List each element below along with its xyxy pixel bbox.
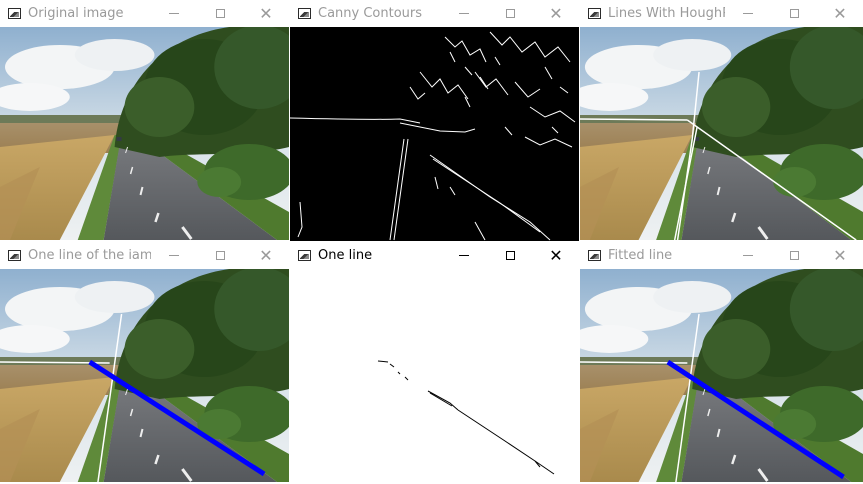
window-titlebar[interactable]: Original image ✕ <box>0 0 289 27</box>
opencv-window-icon <box>298 8 311 19</box>
close-icon: ✕ <box>549 3 563 23</box>
minimize-icon <box>169 255 179 256</box>
window-original-image[interactable]: Original image ✕ <box>0 0 289 241</box>
window-title: One line <box>318 248 373 263</box>
minimize-button[interactable] <box>151 242 197 269</box>
opencv-window-icon <box>588 8 601 19</box>
maximize-button[interactable] <box>487 0 533 27</box>
maximize-icon <box>789 9 799 18</box>
window-title: Original image <box>28 6 124 21</box>
minimize-icon <box>459 255 469 256</box>
maximize-icon <box>215 251 225 260</box>
maximize-icon <box>789 251 799 260</box>
window-titlebar[interactable]: One line of the iam... ✕ <box>0 242 289 269</box>
image-canvas <box>290 269 579 484</box>
close-icon: ✕ <box>259 245 273 265</box>
maximize-button[interactable] <box>197 0 243 27</box>
close-button[interactable]: ✕ <box>533 242 579 269</box>
window-one-line[interactable]: One line ✕ <box>290 242 579 484</box>
maximize-button[interactable] <box>771 0 817 27</box>
maximize-button[interactable] <box>771 242 817 269</box>
close-button[interactable]: ✕ <box>817 242 863 269</box>
close-icon: ✕ <box>833 245 847 265</box>
close-icon: ✕ <box>833 3 847 23</box>
close-button[interactable]: ✕ <box>533 0 579 27</box>
hough-lines-image <box>580 27 863 241</box>
image-canvas <box>580 27 863 241</box>
image-canvas <box>0 269 289 484</box>
window-title: Lines With HoughP <box>608 6 725 21</box>
window-canny-contours[interactable]: Canny Contours ✕ <box>290 0 579 241</box>
close-button[interactable]: ✕ <box>243 0 289 27</box>
minimize-icon <box>169 13 179 14</box>
window-title: Fitted line <box>608 248 673 263</box>
window-titlebar[interactable]: Canny Contours ✕ <box>290 0 579 27</box>
image-canvas <box>0 27 289 241</box>
window-titlebar[interactable]: Fitted line ✕ <box>580 242 863 269</box>
window-title: One line of the iam... <box>28 248 151 263</box>
one-line-points-image <box>290 269 579 484</box>
opencv-window-icon <box>8 250 21 261</box>
maximize-button[interactable] <box>487 242 533 269</box>
window-lines-with-houghp[interactable]: Lines With HoughP ✕ <box>580 0 863 241</box>
one-line-overlay-image <box>0 269 289 484</box>
canny-edge-image <box>290 27 579 241</box>
fitted-line-image <box>580 269 863 484</box>
minimize-button[interactable] <box>441 242 487 269</box>
minimize-button[interactable] <box>441 0 487 27</box>
window-title: Canny Contours <box>318 6 423 21</box>
maximize-button[interactable] <box>197 242 243 269</box>
window-titlebar[interactable]: One line ✕ <box>290 242 579 269</box>
maximize-icon <box>505 251 515 260</box>
maximize-icon <box>505 9 515 18</box>
maximize-icon <box>215 9 225 18</box>
opencv-window-icon <box>298 250 311 261</box>
opencv-window-icon <box>588 250 601 261</box>
minimize-button[interactable] <box>725 0 771 27</box>
minimize-icon <box>743 255 753 256</box>
close-button[interactable]: ✕ <box>243 242 289 269</box>
minimize-icon <box>459 13 469 14</box>
window-fitted-line[interactable]: Fitted line ✕ <box>580 242 863 484</box>
minimize-button[interactable] <box>725 242 771 269</box>
close-icon: ✕ <box>259 3 273 23</box>
minimize-icon <box>743 13 753 14</box>
window-titlebar[interactable]: Lines With HoughP ✕ <box>580 0 863 27</box>
image-canvas <box>290 27 579 241</box>
road-photo-image <box>0 27 289 241</box>
opencv-window-icon <box>8 8 21 19</box>
close-icon: ✕ <box>549 245 563 265</box>
minimize-button[interactable] <box>151 0 197 27</box>
close-button[interactable]: ✕ <box>817 0 863 27</box>
window-one-line-of-the-image[interactable]: One line of the iam... ✕ <box>0 242 289 484</box>
image-canvas <box>580 269 863 484</box>
